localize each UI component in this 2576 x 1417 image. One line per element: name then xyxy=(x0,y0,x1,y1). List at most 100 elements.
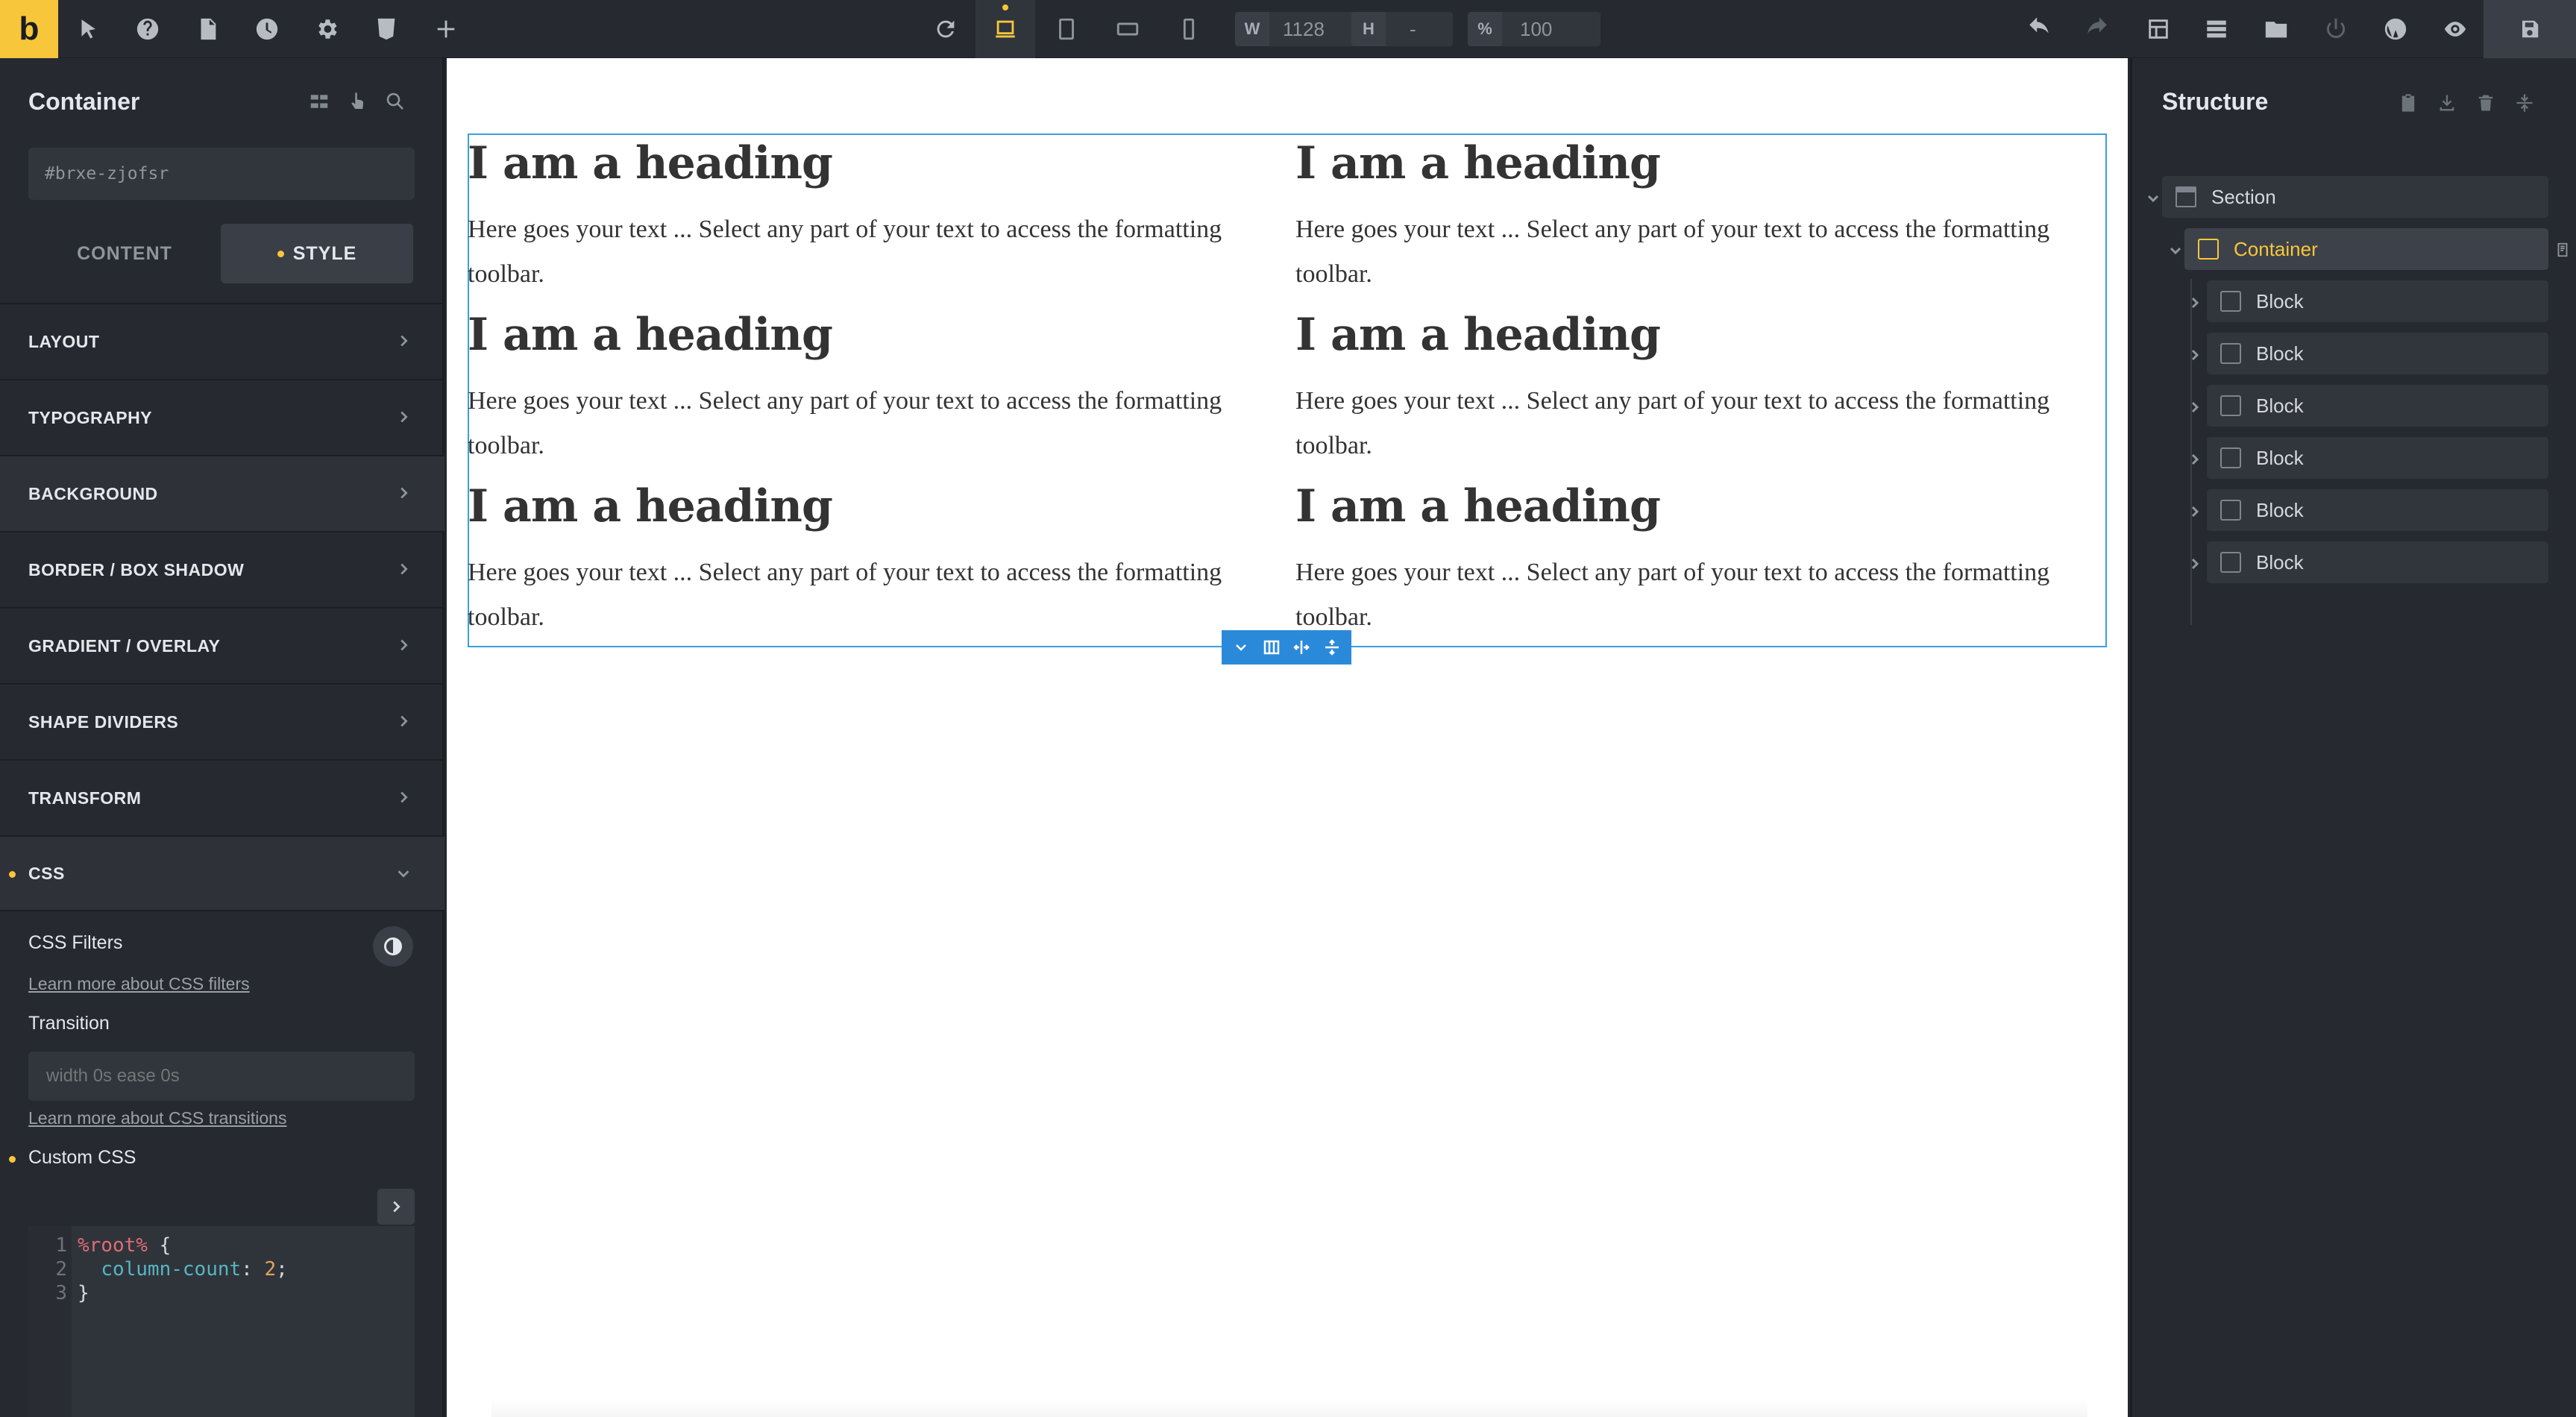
folder-icon[interactable] xyxy=(2246,0,2306,58)
css-code-icon[interactable] xyxy=(356,0,416,58)
templates-icon[interactable] xyxy=(2129,0,2188,58)
block[interactable]: I am a heading Here goes your text ... S… xyxy=(1295,136,2101,307)
structure-item-block[interactable]: Block xyxy=(2207,280,2548,322)
css-filters-toggle[interactable] xyxy=(373,926,413,967)
text-basic[interactable]: Here goes your text ... Select any part … xyxy=(1295,207,2101,307)
settings-gear-icon[interactable] xyxy=(297,0,356,58)
zoom-value[interactable]: 100 xyxy=(1502,12,1600,46)
section-background[interactable]: BACKGROUND xyxy=(0,455,444,531)
structure-item-block[interactable]: Block xyxy=(2207,541,2548,583)
section-collapse-chevron-icon[interactable] xyxy=(2144,189,2162,207)
section-shape-dividers[interactable]: SHAPE DIVIDERS xyxy=(0,683,444,759)
block[interactable]: I am a heading Here goes your text ... S… xyxy=(1295,479,2101,650)
wordpress-icon[interactable] xyxy=(2366,0,2425,58)
bricks-logo[interactable]: b xyxy=(0,0,58,58)
text-basic[interactable]: Here goes your text ... Select any part … xyxy=(1295,379,2101,479)
chevron-right-icon[interactable] xyxy=(2186,450,2204,468)
structure-item-block[interactable]: Block xyxy=(2207,437,2548,479)
horizontal-resize-icon[interactable] xyxy=(1292,638,1310,656)
power-icon[interactable] xyxy=(2306,0,2366,58)
heading[interactable]: I am a heading xyxy=(1295,136,2101,207)
block[interactable]: I am a heading Here goes your text ... S… xyxy=(468,307,1273,479)
element-classes-icon[interactable] xyxy=(304,87,334,116)
interactions-hand-icon[interactable] xyxy=(343,87,373,116)
save-button[interactable] xyxy=(2484,0,2576,58)
chevron-right-icon[interactable] xyxy=(2186,294,2204,312)
block-icon xyxy=(2220,291,2241,312)
css-transitions-learn-more-link[interactable]: Learn more about CSS transitions xyxy=(28,1108,286,1128)
expand-code-editor-button[interactable] xyxy=(377,1189,415,1225)
undo-icon[interactable] xyxy=(2009,0,2069,58)
section-css[interactable]: CSS xyxy=(0,835,444,911)
breakpoint-mobile-landscape-icon[interactable] xyxy=(1098,0,1157,58)
canvas-zoom-field[interactable]: % 100 xyxy=(1468,12,1600,46)
add-element-plus-icon[interactable] xyxy=(416,0,476,58)
chevron-right-icon[interactable] xyxy=(2186,555,2204,573)
block[interactable]: I am a heading Here goes your text ... S… xyxy=(1295,307,2101,479)
structure-item-label: Block xyxy=(2256,394,2304,417)
trash-icon[interactable] xyxy=(2472,89,2499,116)
transition-input[interactable] xyxy=(28,1052,415,1101)
section-border-box-shadow[interactable]: BORDER / BOX SHADOW xyxy=(0,531,444,607)
refresh-icon[interactable] xyxy=(916,0,976,58)
columns-icon[interactable] xyxy=(1263,638,1281,656)
structure-item-block[interactable]: Block xyxy=(2207,489,2548,531)
breakpoint-tablet-portrait-icon[interactable] xyxy=(1037,0,1096,58)
help-icon[interactable] xyxy=(118,0,178,58)
redo-icon[interactable] xyxy=(2067,0,2127,58)
code-semicolon: ; xyxy=(276,1258,288,1281)
block[interactable]: I am a heading Here goes your text ... S… xyxy=(468,479,1273,650)
structure-item-block[interactable]: Block xyxy=(2207,385,2548,427)
breakpoint-desktop-icon[interactable] xyxy=(976,0,1035,58)
block[interactable]: I am a heading Here goes your text ... S… xyxy=(468,136,1273,307)
heading[interactable]: I am a heading xyxy=(468,479,1273,550)
chevron-right-icon[interactable] xyxy=(2186,346,2204,364)
preview-eye-icon[interactable] xyxy=(2425,0,2485,58)
clipboard-icon[interactable] xyxy=(2395,89,2422,116)
chevron-down-icon xyxy=(395,865,412,886)
css-filters-learn-more-link[interactable]: Learn more about CSS filters xyxy=(28,974,250,994)
breakpoint-mobile-portrait-icon[interactable] xyxy=(1159,0,1219,58)
structure-item-block[interactable]: Block xyxy=(2207,333,2548,374)
height-value[interactable]: - xyxy=(1386,12,1453,46)
import-download-icon[interactable] xyxy=(2434,89,2460,116)
container-collapse-chevron-icon[interactable] xyxy=(2167,242,2184,260)
select-cursor-icon[interactable] xyxy=(58,0,118,58)
code-line-2: column-count: 2; xyxy=(78,1257,288,1281)
text-basic[interactable]: Here goes your text ... Select any part … xyxy=(1295,550,2101,650)
search-icon[interactable] xyxy=(380,87,410,116)
heading[interactable]: I am a heading xyxy=(1295,307,2101,379)
text-basic[interactable]: Here goes your text ... Select any part … xyxy=(468,207,1273,307)
chevron-down-icon[interactable] xyxy=(1232,638,1250,656)
chevron-right-icon[interactable] xyxy=(2186,398,2204,416)
section-layout[interactable]: LAYOUT xyxy=(0,303,444,379)
heading[interactable]: I am a heading xyxy=(468,136,1273,207)
block-icon xyxy=(2220,552,2241,573)
text-basic[interactable]: Here goes your text ... Select any part … xyxy=(468,550,1273,650)
section-transform[interactable]: TRANSFORM xyxy=(0,759,444,835)
custom-css-editor[interactable]: 1 2 3 %root% { column-count: 2;} xyxy=(28,1226,415,1417)
collapse-all-icon[interactable] xyxy=(2511,89,2538,116)
transition-label: Transition xyxy=(28,1013,110,1034)
structure-layers-icon[interactable] xyxy=(2187,0,2246,58)
history-icon[interactable] xyxy=(237,0,297,58)
code-content[interactable]: %root% { column-count: 2;} xyxy=(78,1234,288,1305)
pages-icon[interactable] xyxy=(178,0,237,58)
builder-canvas[interactable]: I am a heading Here goes your text ... S… xyxy=(447,58,2128,1417)
structure-item-section[interactable]: Section xyxy=(2162,176,2548,218)
text-basic[interactable]: Here goes your text ... Select any part … xyxy=(468,379,1273,479)
css-classes-badge-icon[interactable] xyxy=(2554,242,2571,258)
canvas-width-field[interactable]: W 1128 xyxy=(1235,12,1366,46)
canvas-height-field[interactable]: H - xyxy=(1351,12,1453,46)
vertical-resize-icon[interactable] xyxy=(1323,638,1341,656)
tab-content[interactable]: CONTENT xyxy=(28,224,221,283)
heading[interactable]: I am a heading xyxy=(468,307,1273,379)
section-gradient-overlay[interactable]: GRADIENT / OVERLAY xyxy=(0,607,444,683)
heading[interactable]: I am a heading xyxy=(1295,479,2101,550)
structure-item-container[interactable]: Container xyxy=(2184,228,2548,270)
tab-style[interactable]: STYLE xyxy=(221,224,413,283)
css-id-input[interactable] xyxy=(28,148,415,200)
section-typography[interactable]: TYPOGRAPHY xyxy=(0,379,444,455)
zoom-label: % xyxy=(1468,12,1502,46)
chevron-right-icon[interactable] xyxy=(2186,503,2204,521)
